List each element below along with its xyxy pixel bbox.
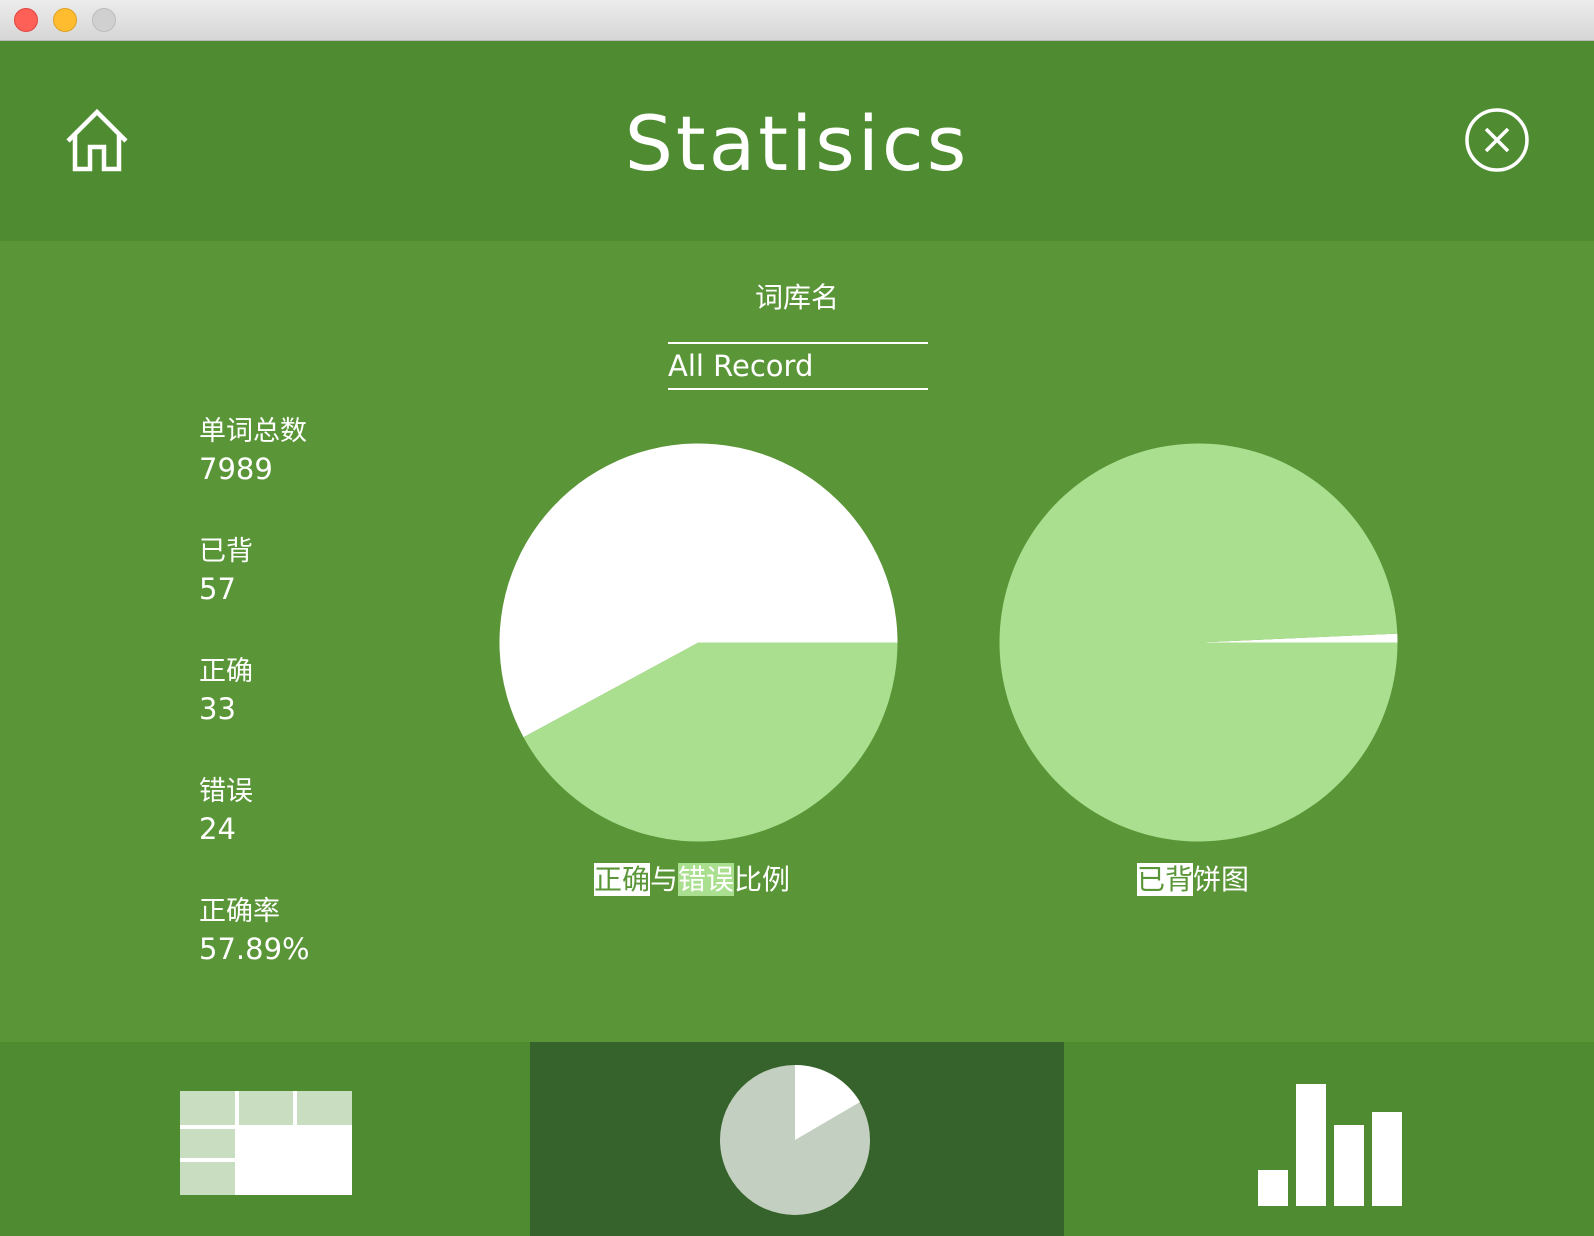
table-icon bbox=[180, 1091, 352, 1195]
stat-value: 7989 bbox=[199, 452, 273, 486]
close-button[interactable] bbox=[1464, 107, 1530, 173]
stat-label: 已背 bbox=[199, 536, 253, 567]
correct-wrong-chart-caption: 正确与错误比例 bbox=[594, 862, 790, 898]
header-bar: Statisics bbox=[0, 41, 1594, 241]
caption-memorized: 已背 bbox=[1137, 863, 1194, 896]
stat-accuracy: 正确率 57.89% bbox=[199, 894, 399, 968]
stat-label: 正确率 bbox=[199, 896, 280, 927]
stat-value: 57.89% bbox=[199, 932, 310, 966]
window-close-button[interactable] bbox=[14, 8, 38, 32]
page-title: Statisics bbox=[624, 99, 970, 188]
tab-bar-view[interactable] bbox=[1064, 1042, 1594, 1236]
stat-value: 24 bbox=[199, 812, 236, 846]
window-maximize-button[interactable] bbox=[92, 8, 116, 32]
stat-label: 正确 bbox=[199, 656, 253, 687]
stat-correct: 正确 33 bbox=[199, 654, 399, 728]
memorized-slice-1 bbox=[999, 443, 1398, 842]
caption-correct: 正确 bbox=[594, 863, 651, 896]
memorized-chart-caption: 已背饼图 bbox=[1137, 862, 1249, 898]
stat-label: 错误 bbox=[199, 776, 253, 807]
library-name-label: 词库名 bbox=[754, 281, 839, 314]
bar-chart-icon bbox=[1258, 1084, 1402, 1206]
stat-label: 单词总数 bbox=[199, 416, 307, 447]
stat-wrong: 错误 24 bbox=[199, 774, 399, 848]
window-minimize-button[interactable] bbox=[53, 8, 77, 32]
caption-pie: 饼图 bbox=[1193, 863, 1250, 896]
tab-pie-view[interactable] bbox=[530, 1042, 1064, 1236]
bottom-tab-bar bbox=[0, 1042, 1594, 1236]
stat-value: 57 bbox=[199, 572, 236, 606]
stat-value: 33 bbox=[199, 692, 236, 726]
caption-wrong: 错误 bbox=[678, 863, 735, 896]
stat-memorized: 已背 57 bbox=[199, 534, 399, 608]
correct-wrong-pie-chart bbox=[499, 443, 898, 842]
library-selected-value: All Record bbox=[668, 349, 814, 383]
tab-table-view[interactable] bbox=[0, 1042, 530, 1236]
close-circle-icon bbox=[1465, 108, 1529, 172]
memorized-pie-chart bbox=[999, 443, 1398, 842]
pie-chart-icon bbox=[720, 1064, 870, 1215]
window-titlebar bbox=[0, 0, 1594, 41]
caption-connector: 与 bbox=[650, 863, 679, 896]
caption-ratio: 比例 bbox=[734, 863, 791, 896]
stat-total-words: 单词总数 7989 bbox=[199, 414, 399, 488]
library-selector[interactable]: All Record bbox=[668, 342, 928, 390]
